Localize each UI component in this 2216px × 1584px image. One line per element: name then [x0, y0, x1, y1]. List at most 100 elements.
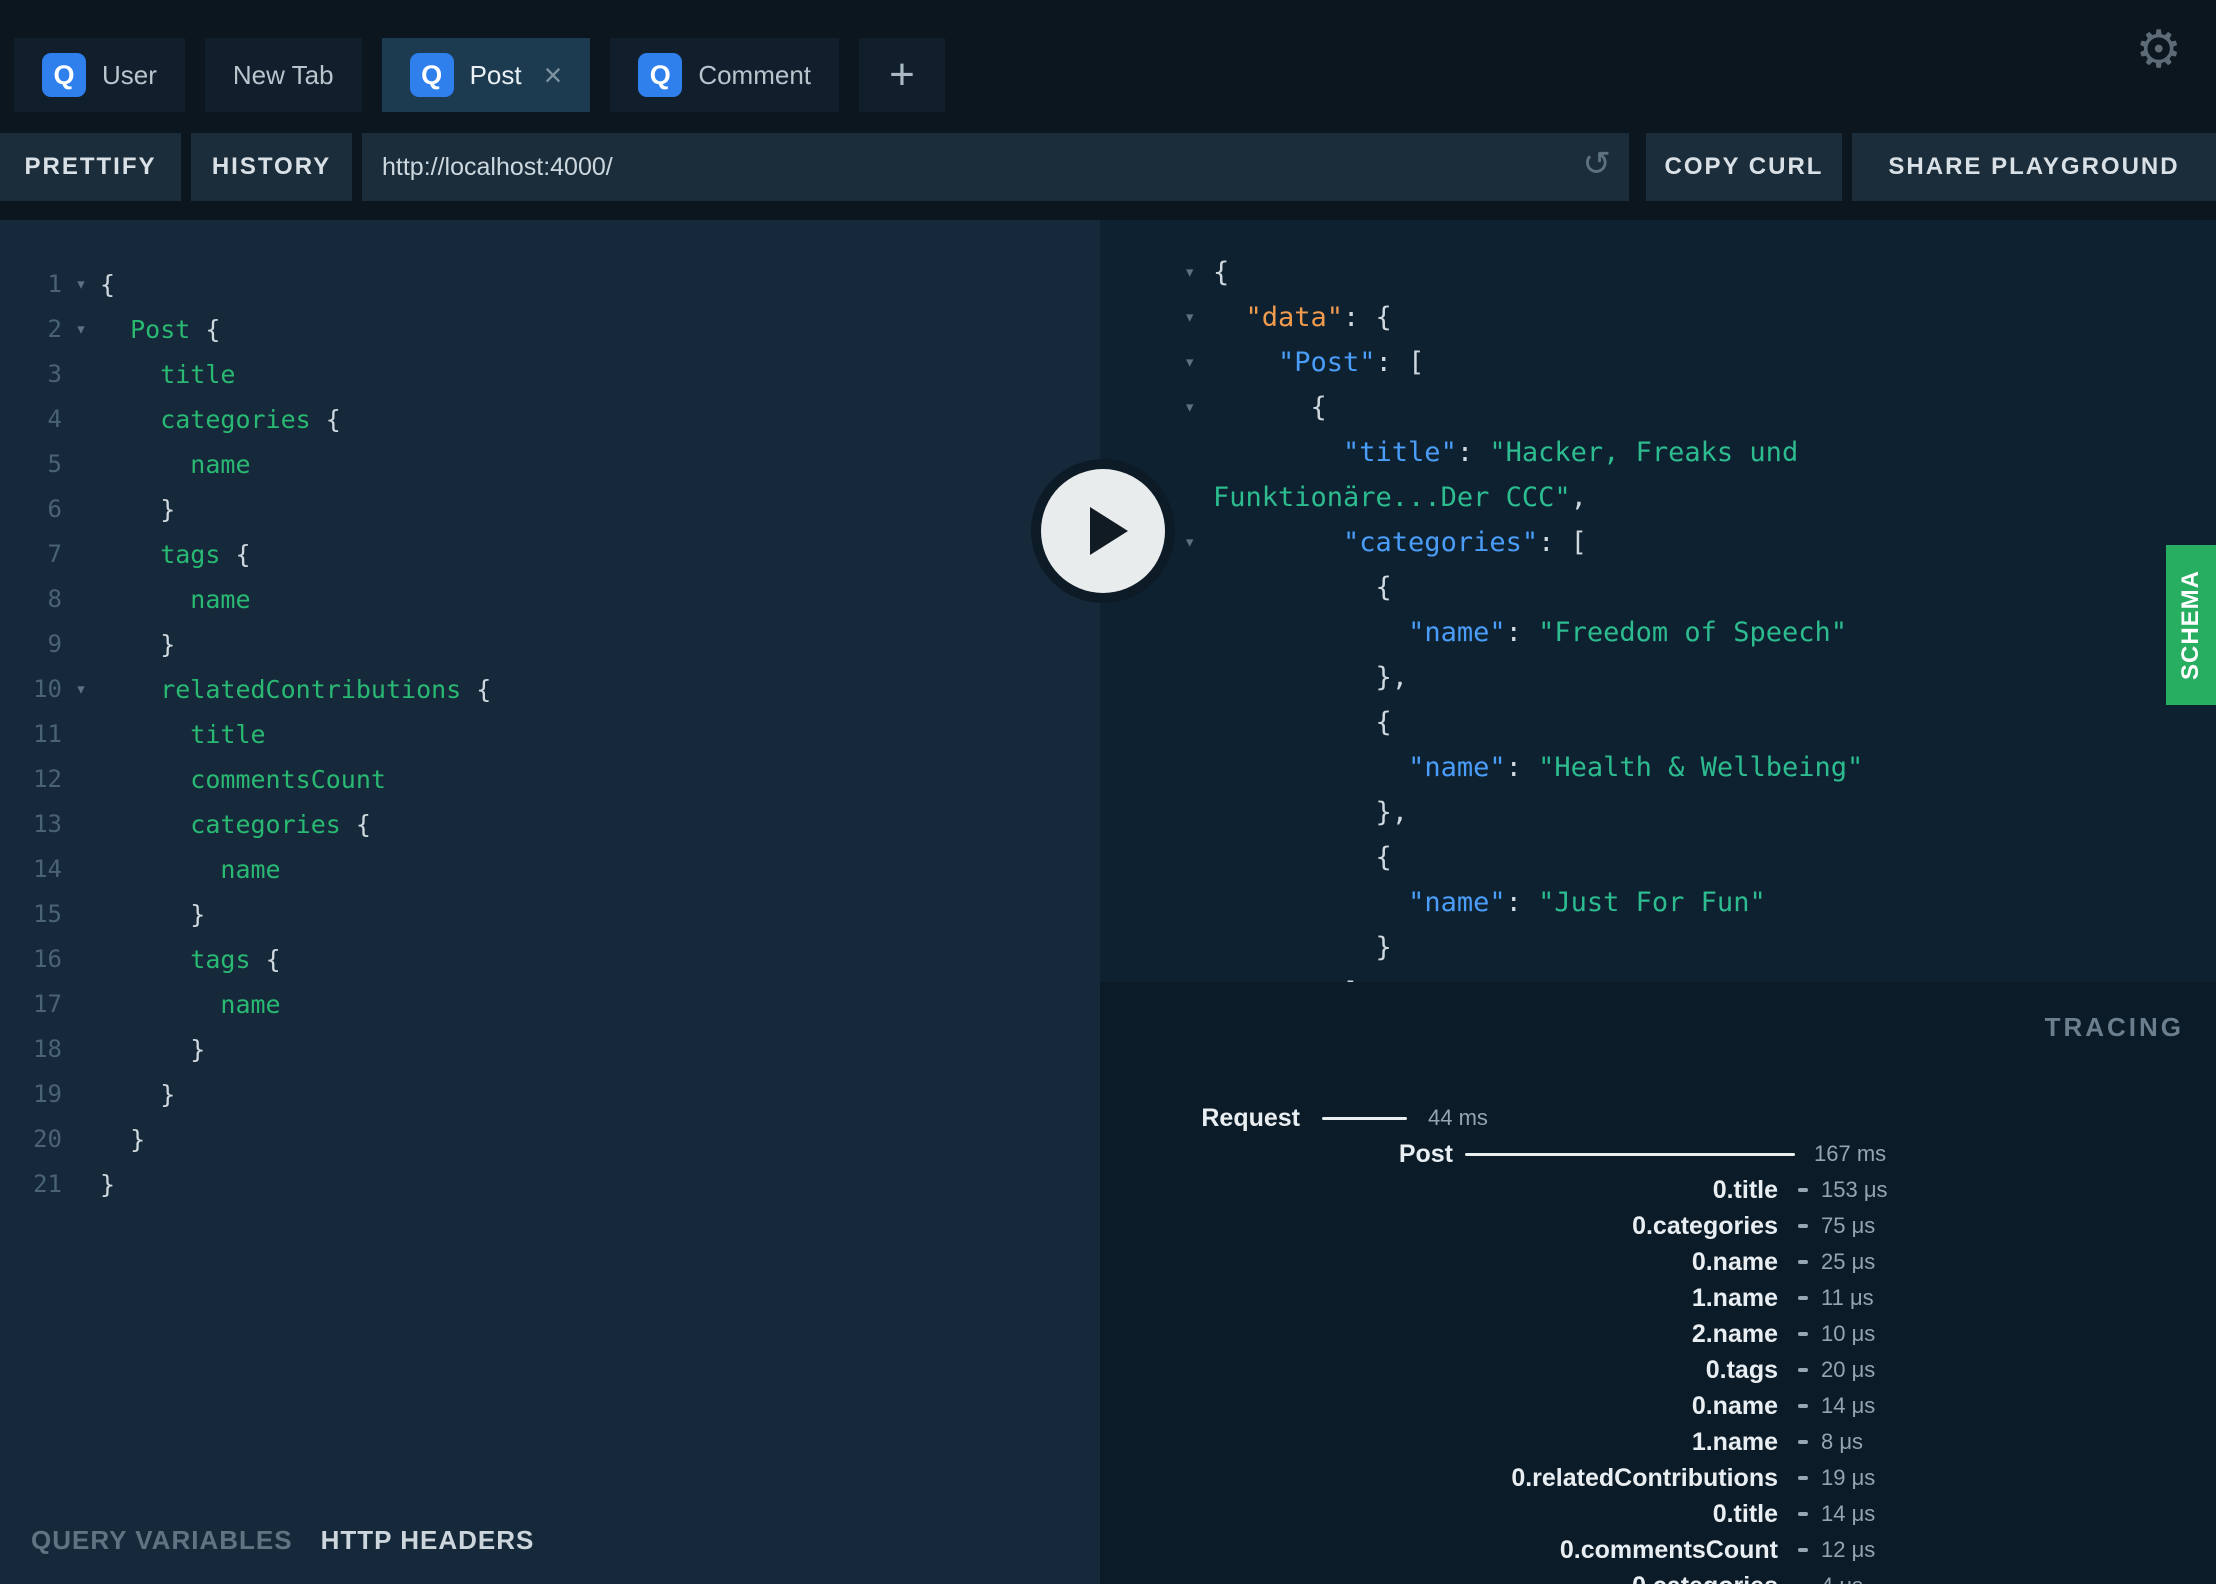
line-number: 3 — [47, 360, 62, 388]
query-icon: Q — [409, 53, 454, 97]
tab-label: Comment — [698, 59, 812, 90]
fold-arrow-icon[interactable]: ▾ — [62, 262, 100, 307]
code-text: { — [1213, 707, 1392, 738]
code-token: } — [160, 630, 176, 659]
code-text: { — [1213, 572, 1392, 603]
line-number: 8 — [47, 585, 62, 613]
tab-comment[interactable]: Q Comment — [610, 38, 840, 112]
trace-row: 0.commentsCount 12 μs — [1100, 1532, 2216, 1568]
tracing-rows: Request 44 ms Post 167 ms 0.title 153 μs 0.cat… — [1100, 982, 2216, 1584]
close-tab-icon[interactable]: × — [544, 59, 563, 91]
query-line: 19} — [0, 1072, 1100, 1117]
fold-arrow-icon[interactable]: ▾ — [1184, 385, 1195, 430]
trace-label: Post — [1398, 1140, 1453, 1168]
prettify-button[interactable]: PRETTIFY — [0, 133, 181, 201]
fold-arrow-icon — [62, 577, 100, 622]
tab-user[interactable]: Q User — [14, 38, 185, 112]
query-variables-tab[interactable]: QUERY VARIABLES — [31, 1525, 293, 1556]
code-token: { — [1375, 707, 1392, 738]
line-number: 16 — [33, 945, 62, 973]
line-number: 10 — [33, 675, 62, 703]
history-button[interactable]: HISTORY — [191, 133, 352, 201]
settings-gear-icon[interactable]: ⚙ — [2135, 24, 2182, 76]
trace-row: 0.tags 20 μs — [1100, 1352, 2216, 1388]
code-token: { — [100, 270, 116, 299]
trace-duration: 10 μs — [1821, 1321, 1876, 1346]
fold-arrow-icon[interactable]: ▾ — [1184, 250, 1195, 295]
query-editor-pane[interactable]: 1 ▾{2 ▾ Post {3 title 4 categories {5 name 6} 7 ta… — [0, 220, 1100, 1584]
fold-arrow-icon[interactable]: ▾ — [1184, 520, 1195, 565]
response-line: "name": "Just For Fun" — [1100, 880, 2216, 925]
fold-arrow-icon[interactable]: ▾ — [62, 307, 100, 352]
line-number: 21 — [33, 1170, 62, 1198]
code-text: title — [100, 712, 1100, 757]
trace-bar — [1798, 1332, 1808, 1336]
code-token: title — [160, 360, 236, 389]
fold-arrow-icon — [62, 1027, 100, 1072]
query-line: 9} — [0, 622, 1100, 667]
fold-arrow-icon — [62, 712, 100, 757]
schema-sidebar-tab[interactable]: SCHEMA — [2166, 545, 2216, 705]
line-number: 13 — [33, 810, 62, 838]
trace-label: 0.name — [1691, 1248, 1778, 1276]
fold-arrow-icon[interactable]: ▾ — [62, 667, 100, 712]
query-line: 3 title — [0, 352, 1100, 397]
fold-arrow-icon — [62, 802, 100, 847]
code-token: "Post" — [1278, 347, 1376, 378]
code-token: : [ — [1538, 527, 1587, 558]
code-token: { — [1375, 572, 1392, 603]
fold-arrow-icon — [62, 622, 100, 667]
endpoint-url-input[interactable] — [362, 133, 1629, 201]
trace-label: 2.name — [1691, 1320, 1778, 1348]
fold-arrow-icon — [62, 532, 100, 577]
endpoint-url-wrap: ↺ — [362, 133, 1629, 201]
response-pane[interactable]: ▾{▾ "data": {▾ "Post": [▾{"title": "Hacker… — [1100, 220, 2216, 982]
trace-label: 0.categories — [1100, 1568, 1778, 1584]
trace-label: 0.categories — [1632, 1212, 1778, 1240]
trace-row: 1.name 8 μs — [1100, 1424, 2216, 1460]
code-token: tags — [190, 945, 266, 974]
tab-bar: Q User New Tab Q Post × Q Comment + ⚙ — [0, 0, 2216, 112]
code-token: Post — [130, 315, 206, 344]
code-text: categories { — [100, 802, 1100, 847]
trace-row: 0.name 14 μs — [1100, 1388, 2216, 1424]
query-line: 12 commentsCount — [0, 757, 1100, 802]
fold-arrow-icon[interactable]: ▾ — [1184, 295, 1195, 340]
query-editor-code: 1 ▾{2 ▾ Post {3 title 4 categories {5 name 6} 7 ta… — [0, 262, 1100, 1207]
query-line: 6} — [0, 487, 1100, 532]
trace-bar — [1798, 1296, 1808, 1300]
trace-label: 1.name — [1691, 1428, 1778, 1456]
code-token: { — [1375, 842, 1392, 873]
trace-row: 0.title 153 μs — [1100, 1172, 2216, 1208]
graphql-playground-window: Q User New Tab Q Post × Q Comment + ⚙ PRETTIFY H… — [0, 0, 2216, 1584]
code-token: { — [325, 405, 341, 434]
add-tab-button[interactable]: + — [859, 38, 946, 112]
code-text: "name": "Just For Fun" — [1213, 887, 1766, 918]
execute-query-button[interactable] — [1041, 469, 1165, 593]
reload-schema-icon[interactable]: ↺ — [1583, 147, 1612, 181]
trace-duration: 11 μs — [1821, 1285, 1874, 1310]
copy-curl-button[interactable]: COPY CURL — [1646, 133, 1842, 201]
fold-arrow-icon — [62, 487, 100, 532]
fold-arrow-icon — [62, 442, 100, 487]
code-text: tags { — [100, 937, 1100, 982]
query-line: 18} — [0, 1027, 1100, 1072]
http-headers-tab[interactable]: HTTP HEADERS — [321, 1525, 535, 1556]
tab-post[interactable]: Q Post × — [381, 38, 591, 112]
fold-arrow-icon[interactable]: ▾ — [1184, 340, 1195, 385]
trace-duration: 20 μs — [1821, 1357, 1876, 1382]
code-text: } — [100, 487, 1100, 532]
code-token: : — [1456, 437, 1490, 468]
line-number: 5 — [47, 450, 62, 478]
trace-label: 0.relatedContributions — [1511, 1464, 1778, 1492]
fold-arrow-icon — [62, 937, 100, 982]
response-line: ▾{ — [1100, 385, 2216, 430]
trace-row: 1.name 11 μs — [1100, 1280, 2216, 1316]
trace-row: Post 167 ms — [1100, 1136, 2216, 1172]
code-text: tags { — [100, 532, 1100, 577]
query-line: 20} — [0, 1117, 1100, 1162]
tab-new-tab[interactable]: New Tab — [204, 38, 362, 112]
share-playground-button[interactable]: SHARE PLAYGROUND — [1852, 133, 2216, 201]
fold-arrow-icon — [62, 1072, 100, 1117]
code-text: } — [100, 1072, 1100, 1117]
